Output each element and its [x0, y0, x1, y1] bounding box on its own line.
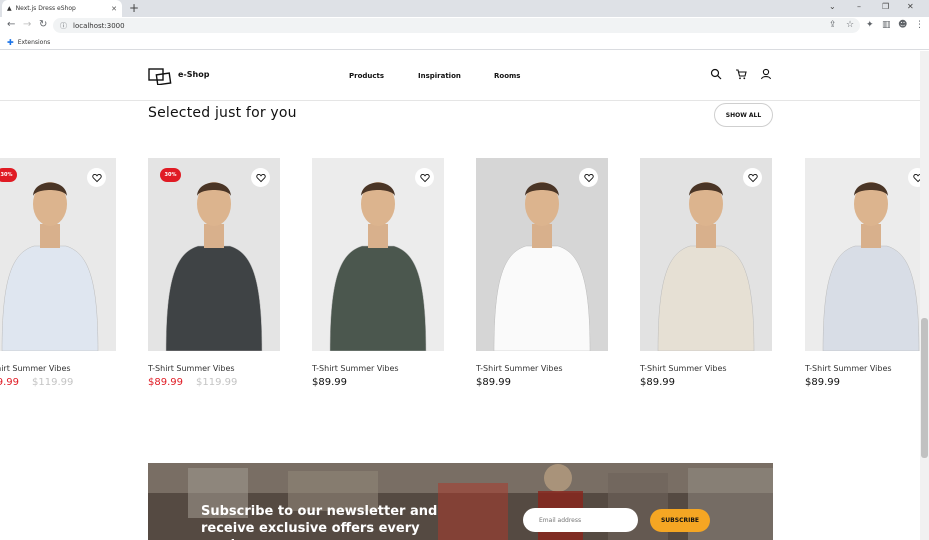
maximize-button[interactable]: ❐: [882, 2, 889, 11]
site-header: e-Shop Products Inspiration Rooms: [0, 51, 920, 101]
discount-badge: 30%: [0, 168, 17, 182]
product-name[interactable]: T-Shirt Summer Vibes: [476, 364, 563, 373]
share-icon[interactable]: ⇪: [829, 20, 837, 30]
profile-icon[interactable]: ☻: [898, 20, 907, 30]
product-price: $89.99: [476, 377, 511, 388]
product-name[interactable]: T-Shirt Summer Vibes: [0, 364, 71, 373]
bookmark-star-icon[interactable]: ☆: [846, 20, 854, 30]
product-price: $89.99: [805, 377, 840, 388]
product-image[interactable]: [312, 158, 444, 351]
newsletter-heading: Subscribe to our newsletter and receive …: [201, 504, 438, 540]
product-price: $89.99: [640, 377, 675, 388]
user-icon[interactable]: [760, 68, 772, 80]
new-tab-button[interactable]: +: [129, 1, 139, 15]
wishlist-heart-icon[interactable]: [87, 168, 106, 187]
product-card[interactable]: 30% T-Shirt Summer Vibes $89.99 $119.99: [0, 158, 116, 388]
show-all-button[interactable]: SHOW ALL: [714, 103, 773, 127]
product-name[interactable]: T-Shirt Summer Vibes: [805, 364, 892, 373]
browser-tab[interactable]: ▲ Next.js Dress eShop ✕: [2, 0, 122, 17]
info-icon[interactable]: ⓘ: [60, 21, 67, 31]
reload-icon[interactable]: ↻: [39, 19, 47, 30]
product-name[interactable]: T-Shirt Summer Vibes: [640, 364, 727, 373]
product-name[interactable]: T-Shirt Summer Vibes: [312, 364, 399, 373]
page-viewport: e-Shop Products Inspiration Rooms Select…: [0, 51, 920, 540]
tab-search-icon[interactable]: ⌄: [829, 2, 836, 11]
wishlist-heart-icon[interactable]: [908, 168, 920, 187]
wishlist-heart-icon[interactable]: [415, 168, 434, 187]
product-card[interactable]: T-Shirt Summer Vibes $89.99: [640, 158, 772, 388]
cart-icon[interactable]: [735, 68, 747, 80]
logo-text[interactable]: e-Shop: [178, 70, 209, 79]
product-old-price: $119.99: [196, 377, 238, 388]
product-card[interactable]: T-Shirt Summer Vibes $89.99: [476, 158, 608, 388]
url-field[interactable]: ⓘ localhost:3000: [53, 18, 860, 33]
product-price: $89.99: [148, 377, 183, 388]
product-price: $89.99: [312, 377, 347, 388]
browser-tab-bar: ▲ Next.js Dress eShop ✕ + ⌄ – ❐ ✕: [0, 0, 929, 17]
extensions-puzzle-icon: ✚: [7, 37, 14, 47]
email-input[interactable]: [523, 508, 638, 532]
newsletter-banner: Subscribe to our newsletter and receive …: [148, 463, 773, 540]
wishlist-heart-icon[interactable]: [579, 168, 598, 187]
extensions-puzzle-icon[interactable]: ✦: [866, 20, 874, 30]
product-image[interactable]: [640, 158, 772, 351]
back-icon[interactable]: ←: [7, 19, 15, 30]
search-icon[interactable]: [710, 68, 722, 80]
logo-icon[interactable]: [148, 67, 172, 85]
close-window-button[interactable]: ✕: [907, 2, 914, 11]
product-card[interactable]: T-Shirt Summer Vibes $89.99: [312, 158, 444, 388]
scrollbar-track[interactable]: [920, 51, 929, 540]
close-tab-icon[interactable]: ✕: [111, 5, 117, 13]
product-price: $89.99: [0, 377, 19, 388]
product-name[interactable]: T-Shirt Summer Vibes: [148, 364, 235, 373]
bookmarks-bar: ✚ Extensions: [0, 35, 929, 50]
subscribe-button[interactable]: SUBSCRIBE: [650, 509, 710, 532]
wishlist-heart-icon[interactable]: [743, 168, 762, 187]
product-image[interactable]: 30%: [0, 158, 116, 351]
product-image[interactable]: [476, 158, 608, 351]
product-image[interactable]: [805, 158, 920, 351]
product-card[interactable]: T-Shirt Summer Vibes $89.99: [805, 158, 920, 388]
menu-kebab-icon[interactable]: ⋮: [915, 20, 924, 30]
forward-icon[interactable]: →: [23, 19, 31, 30]
side-panel-icon[interactable]: ▥: [882, 20, 891, 30]
nav-products[interactable]: Products: [349, 72, 384, 80]
minimize-button[interactable]: –: [857, 2, 861, 11]
nav-rooms[interactable]: Rooms: [494, 72, 520, 80]
product-card[interactable]: 30% T-Shirt Summer Vibes $89.99 $119.99: [148, 158, 280, 388]
product-image[interactable]: 30%: [148, 158, 280, 351]
nav-inspiration[interactable]: Inspiration: [418, 72, 461, 80]
product-old-price: $119.99: [32, 377, 74, 388]
scrollbar-thumb[interactable]: [921, 318, 928, 458]
tab-title: Next.js Dress eShop: [15, 5, 76, 12]
url-text: localhost:3000: [73, 21, 125, 30]
address-bar-row: ← → ↻ ⓘ localhost:3000 ⇪ ☆ ✦ ▥ ☻ ⋮: [0, 17, 929, 35]
section-title: Selected just for you: [148, 105, 297, 121]
vercel-favicon-icon: ▲: [7, 5, 12, 12]
wishlist-heart-icon[interactable]: [251, 168, 270, 187]
discount-badge: 30%: [160, 168, 181, 182]
bookmark-extensions[interactable]: Extensions: [18, 39, 51, 46]
